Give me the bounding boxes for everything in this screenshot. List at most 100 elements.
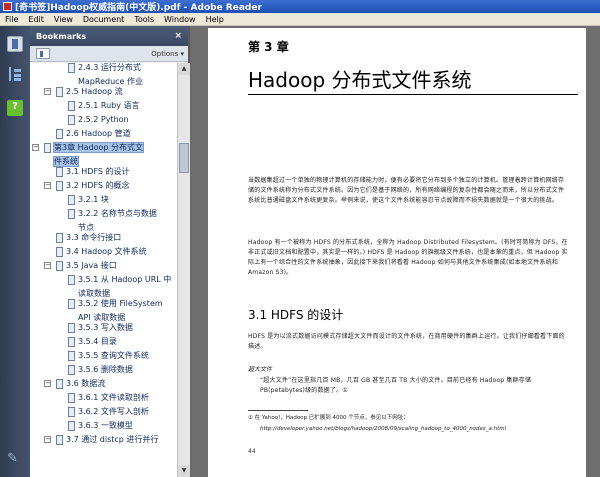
bookmark-label: 节点	[78, 223, 94, 232]
chapter-number: 第 3 章	[248, 40, 289, 54]
bookmark-label: 3.6.3 一致模型	[78, 421, 133, 430]
bookmark-label: 3.5.4 目录	[78, 337, 117, 346]
scroll-down-icon[interactable]: ▼	[178, 465, 190, 477]
bookmark-label: 3.1 HDFS 的设计	[66, 167, 130, 176]
bookmark-icon	[56, 87, 63, 97]
intro-paragraph: 当数据集超过一个单独的物理计算机的存储能力时，便有必要将它分布到多个独立的计算机…	[248, 177, 565, 204]
bookmark-label: 2.6 Hadoop 管道	[66, 129, 131, 138]
footnote-rule	[248, 410, 308, 411]
bookmark-icon	[56, 129, 63, 139]
footnote-url[interactable]: http://developer.yahoo.net/blogs/hadoop/…	[260, 425, 582, 434]
bookmark-icon	[56, 181, 63, 191]
window-title: [奇书签]Hadoop权威指南(中文版).pdf - Adobe Reader	[15, 3, 262, 13]
close-icon[interactable]: ×	[174, 31, 182, 41]
bookmark-label: 2.5.1 Ruby 语言	[78, 101, 140, 110]
attachment-icon[interactable]: ✎	[7, 451, 23, 467]
collapse-icon[interactable]: −	[32, 144, 39, 151]
bookmark-icon	[56, 379, 63, 389]
bookmarks-icon[interactable]	[7, 36, 23, 52]
bookmark-icon	[68, 299, 75, 309]
chapter-title: Hadoop 分布式文件系统	[248, 68, 472, 92]
bookmark-icon	[56, 261, 63, 271]
bookmark-icon	[56, 435, 63, 445]
bookmark-label: 3.6.2 文件写入剖析	[78, 407, 149, 416]
bookmark-label: 3.7 通过 distcp 进行并行	[66, 435, 159, 444]
bookmark-label: 3.5 Java 接口	[66, 261, 117, 270]
bookmark-icon	[68, 209, 75, 219]
bookmark-label: 3.5.1 从 Hadoop URL 中	[78, 275, 172, 284]
bookmark-label: 3.5.3 写入数据	[78, 323, 133, 332]
bookmark-tool-icon[interactable]	[36, 48, 50, 59]
menu-bar: File Edit View Document Tools Window Hel…	[0, 13, 600, 26]
bookmark-label: 第3章 Hadoop 分布式文	[52, 142, 145, 153]
bookmark-icon	[68, 351, 75, 361]
collapse-icon[interactable]: −	[44, 182, 51, 189]
bookmark-label: 3.5.2 使用 FileSystem	[78, 299, 163, 308]
bookmark-label: 3.4 Hadoop 文件系统	[66, 247, 147, 256]
section-heading: 3.1 HDFS 的设计	[248, 308, 344, 322]
scroll-thumb[interactable]	[179, 143, 189, 173]
menu-document[interactable]: Document	[78, 15, 129, 24]
bookmark-icon	[56, 233, 63, 243]
bookmark-label: 2.5 Hadoop 流	[66, 87, 123, 96]
collapse-icon[interactable]: −	[44, 436, 51, 443]
bookmark-icon	[68, 365, 75, 375]
bookmark-label: 3.5.6 删除数据	[78, 365, 133, 374]
options-menu[interactable]: Options ▾	[151, 50, 184, 58]
bookmark-label: 3.6.1 文件读取剖析	[78, 393, 149, 402]
bookmark-label: MapReduce 作业	[78, 77, 144, 86]
bookmark-label: 3.5.5 查询文件系统	[78, 351, 149, 360]
bookmark-icon	[68, 195, 75, 205]
adobe-reader-icon	[3, 2, 12, 11]
menu-edit[interactable]: Edit	[23, 15, 49, 24]
bookmark-label: 3.2.1 块	[78, 195, 109, 204]
bookmark-label: 3.2.2 名称节点与数据	[78, 209, 157, 218]
bookmark-icon	[68, 337, 75, 347]
menu-file[interactable]: File	[0, 15, 23, 24]
title-rule	[248, 94, 578, 95]
bookmark-tree: 2.4.3 运行分布式 MapReduce 作业 − 2.5 Hadoop 流 2.5.…	[30, 63, 177, 477]
bookmark-icon	[68, 421, 75, 431]
design-paragraph: HDFS 是为以流式数据访问模式存储超大文件而设计的文件系统，在商用硬件的集群上…	[248, 333, 565, 350]
bookmark-icon	[68, 393, 75, 403]
bookmark-label: 3.3 命令行接口	[66, 233, 122, 242]
bookmark-icon	[68, 407, 75, 417]
footnote-text: ① 在 Yahoo!，Hadoop 已扩展到 4000 个节点，参见以下网址：	[248, 415, 409, 421]
bookmark-icon	[56, 247, 63, 257]
title-bar: [奇书签]Hadoop权威指南(中文版).pdf - Adobe Reader	[0, 0, 600, 13]
bookmark-icon	[68, 323, 75, 333]
menu-view[interactable]: View	[49, 15, 78, 24]
page-number: 44	[248, 448, 256, 455]
bookmarks-panel: Bookmarks × Options ▾ 2.4.3 运行分布式 MapRedu…	[30, 26, 190, 477]
help-icon[interactable]: ?	[7, 100, 23, 116]
pdf-page: 第 3 章 Hadoop 分布式文件系统 当数据集超过一个单独的物理计算机的存储…	[208, 28, 586, 477]
menu-tools[interactable]: Tools	[129, 15, 159, 24]
panel-toolbar: Options ▾	[30, 46, 188, 62]
bookmark-icon	[44, 143, 51, 153]
menu-window[interactable]: Window	[159, 15, 201, 24]
bookmark-label: 件系统	[53, 156, 79, 167]
menu-help[interactable]: Help	[201, 15, 229, 24]
subheading: 超大文件	[248, 366, 273, 373]
document-view[interactable]: 第 3 章 Hadoop 分布式文件系统 当数据集超过一个单独的物理计算机的存储…	[192, 26, 600, 477]
bookmark-icon	[68, 63, 75, 73]
bookmark-label: 3.6 数据流	[66, 379, 106, 388]
bookmark-label: 读取数据	[78, 289, 110, 298]
scroll-up-icon[interactable]: ▲	[178, 63, 190, 75]
collapse-icon[interactable]: −	[44, 88, 51, 95]
bookmark-icon	[68, 115, 75, 125]
collapse-icon[interactable]: −	[44, 262, 51, 269]
bookmark-label: API 读取数据	[78, 313, 126, 322]
panel-scrollbar[interactable]: ▲ ▼	[177, 63, 190, 477]
large-files-paragraph: “超大文件”在这里指几百 MB，几百 GB 甚至几百 TB 大小的文件。目前已经…	[260, 377, 532, 394]
panel-header: Bookmarks ×	[30, 26, 188, 46]
bookmark-label: 2.5.2 Python	[78, 115, 129, 124]
bookmark-icon	[68, 101, 75, 111]
navigation-strip: ? ✎	[0, 26, 30, 477]
pages-icon[interactable]	[7, 66, 23, 82]
bookmark-label: 2.4.3 运行分布式	[78, 63, 141, 72]
bookmark-icon	[56, 167, 63, 177]
collapse-icon[interactable]: −	[44, 380, 51, 387]
hdfs-paragraph: Hadoop 有一个被称为 HDFS 的分布式系统，全称为 Hadoop Dis…	[248, 239, 568, 276]
panel-title: Bookmarks	[36, 31, 87, 41]
